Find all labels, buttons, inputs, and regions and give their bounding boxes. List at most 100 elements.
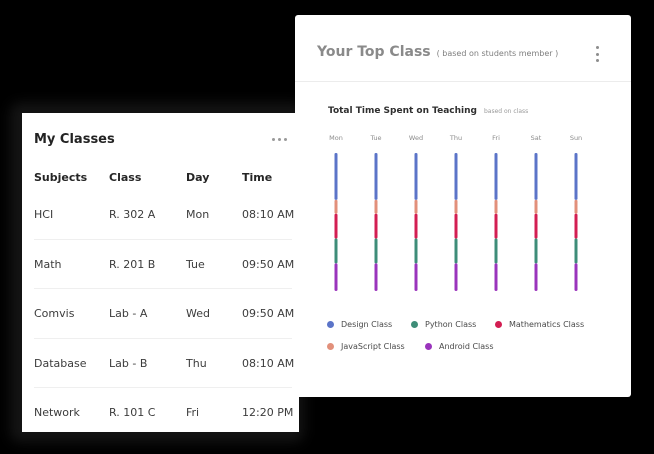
javascript-class-color-dot	[327, 343, 334, 350]
stacked-bar-segment	[454, 199, 458, 214]
time-cell: 09:50 AM	[242, 257, 295, 271]
x-axis-tick-label: Mon	[329, 134, 343, 142]
my-classes-card: My Classes Subjects Class Day Time HCI R…	[22, 113, 299, 432]
stacked-bar-segment	[454, 153, 458, 200]
top-class-card: Your Top Class ( based on students membe…	[295, 15, 631, 397]
ellipsis-dot-icon	[272, 137, 275, 141]
stacked-bar-segment	[534, 263, 538, 291]
top-class-subtitle: ( based on students member )	[436, 49, 559, 58]
subject-cell: Database	[34, 356, 87, 370]
class-cell: R. 101 C	[109, 406, 156, 420]
legend-row: Design Class Python Class Mathematics Cl…	[327, 320, 607, 342]
design-class-color-dot	[327, 321, 334, 328]
table-row[interactable]: HCI R. 302 A Mon 08:10 AM	[34, 190, 295, 240]
legend-label: Design Class	[341, 320, 393, 329]
chart-title-group: Total Time Spent on Teaching based on cl…	[328, 106, 528, 116]
legend-item-design-class: Design Class	[327, 320, 392, 329]
time-cell: 08:10 AM	[242, 356, 295, 370]
stacked-bar-segment	[574, 238, 578, 264]
stacked-bar-segment	[534, 213, 538, 239]
chart-legend: Design Class Python Class Mathematics Cl…	[327, 320, 607, 364]
stacked-bar-segment	[574, 199, 578, 214]
day-cell: Fri	[186, 406, 200, 420]
legend-label: JavaScript Class	[341, 342, 405, 351]
more-options-icon[interactable]	[272, 137, 289, 141]
legend-row: JavaScript Class Android Class	[327, 342, 607, 364]
stacked-bar-segment	[494, 153, 498, 200]
stacked-bar-segment	[374, 213, 378, 239]
stacked-bar-segment	[574, 213, 578, 239]
stacked-bar-segment	[334, 153, 338, 200]
stacked-bar-segment	[494, 213, 498, 239]
subject-cell: Math	[34, 257, 62, 271]
legend-item-mathematics-class: Mathematics Class	[495, 320, 584, 329]
top-class-header: Your Top Class ( based on students membe…	[295, 15, 631, 82]
time-cell: 12:20 PM	[242, 406, 294, 420]
stacked-bar-segment	[414, 238, 418, 264]
my-classes-title: My Classes	[34, 131, 115, 147]
stacked-bar-segment	[374, 263, 378, 291]
class-cell: R. 302 A	[109, 208, 156, 221]
stacked-bar-segment	[334, 238, 338, 264]
stacked-bar-segment	[494, 199, 498, 214]
stacked-bar-segment	[374, 153, 378, 200]
stacked-bar-segment	[494, 263, 498, 291]
stacked-bar-segment	[414, 263, 418, 291]
legend-item-javascript-class: JavaScript Class	[327, 342, 405, 351]
stacked-bar-segment	[454, 238, 458, 264]
x-axis-tick-label: Tue	[369, 134, 381, 142]
legend-item-android-class: Android Class	[425, 342, 494, 351]
ellipsis-dot-icon	[596, 52, 599, 56]
chart-subtitle: based on class	[483, 108, 529, 115]
stacked-bar-segment	[574, 263, 578, 291]
top-class-title: Your Top Class	[317, 44, 431, 60]
legend-item-python-class: Python Class	[411, 320, 476, 329]
stacked-bar-segment	[334, 199, 338, 214]
class-column-header: Class	[109, 171, 142, 184]
stacked-bar-segment	[334, 263, 338, 291]
ellipsis-dot-icon	[596, 46, 599, 49]
legend-label: Android Class	[439, 342, 494, 351]
mathematics-class-color-dot	[495, 321, 502, 328]
class-cell: Lab - B	[109, 356, 148, 370]
day-column-header: Day	[186, 171, 210, 184]
stacked-bar-segment	[574, 153, 578, 200]
x-axis-tick-label: Thu	[449, 134, 462, 142]
chart-title: Total Time Spent on Teaching	[328, 106, 477, 116]
vertical-ellipsis-icon[interactable]	[596, 46, 600, 62]
ellipsis-dot-icon	[278, 137, 281, 141]
stacked-bar-segment	[334, 213, 338, 239]
table-row[interactable]: Math R. 201 B Tue 09:50 AM	[34, 240, 295, 290]
x-axis-tick-label: Sun	[570, 134, 582, 142]
table-row[interactable]: Comvis Lab - A Wed 09:50 AM	[34, 289, 295, 339]
top-class-title-group: Your Top Class ( based on students membe…	[317, 44, 558, 60]
stacked-bar-segment	[534, 199, 538, 214]
stacked-bar-segment	[454, 263, 458, 291]
stacked-bar-segment	[534, 153, 538, 200]
stacked-bar-segment	[374, 199, 378, 214]
day-cell: Thu	[186, 356, 207, 370]
my-classes-header: My Classes	[34, 129, 289, 149]
stacked-bar-segment	[454, 213, 458, 239]
stacked-bar-segment	[414, 199, 418, 214]
time-column-header: Time	[242, 171, 273, 184]
subject-cell: HCI	[34, 208, 54, 221]
ellipsis-dot-icon	[596, 59, 599, 62]
subject-cell: Network	[34, 406, 80, 420]
stacked-bar-segment	[534, 238, 538, 264]
classes-table-body: HCI R. 302 A Mon 08:10 AM Math R. 201 B …	[34, 190, 295, 437]
table-row[interactable]: Network R. 101 C Fri 12:20 PM	[34, 388, 294, 437]
legend-label: Python Class	[425, 320, 477, 329]
stacked-bar-segment	[414, 153, 418, 200]
teaching-time-chart: Mon Tue Wed Thu Fri Sat Sun	[329, 134, 582, 291]
legend-label: Mathematics Class	[509, 320, 585, 329]
x-axis-tick-label: Sat	[531, 134, 542, 142]
table-row[interactable]: Database Lab - B Thu 08:10 AM	[34, 339, 295, 389]
time-cell: 08:10 AM	[242, 208, 295, 221]
subjects-column-header: Subjects	[34, 171, 88, 184]
stacked-bar-segment	[374, 238, 378, 264]
time-cell: 09:50 AM	[242, 307, 295, 321]
day-cell: Mon	[186, 208, 210, 221]
x-axis-tick-label: Fri	[492, 134, 500, 142]
class-cell: Lab - A	[109, 307, 148, 321]
